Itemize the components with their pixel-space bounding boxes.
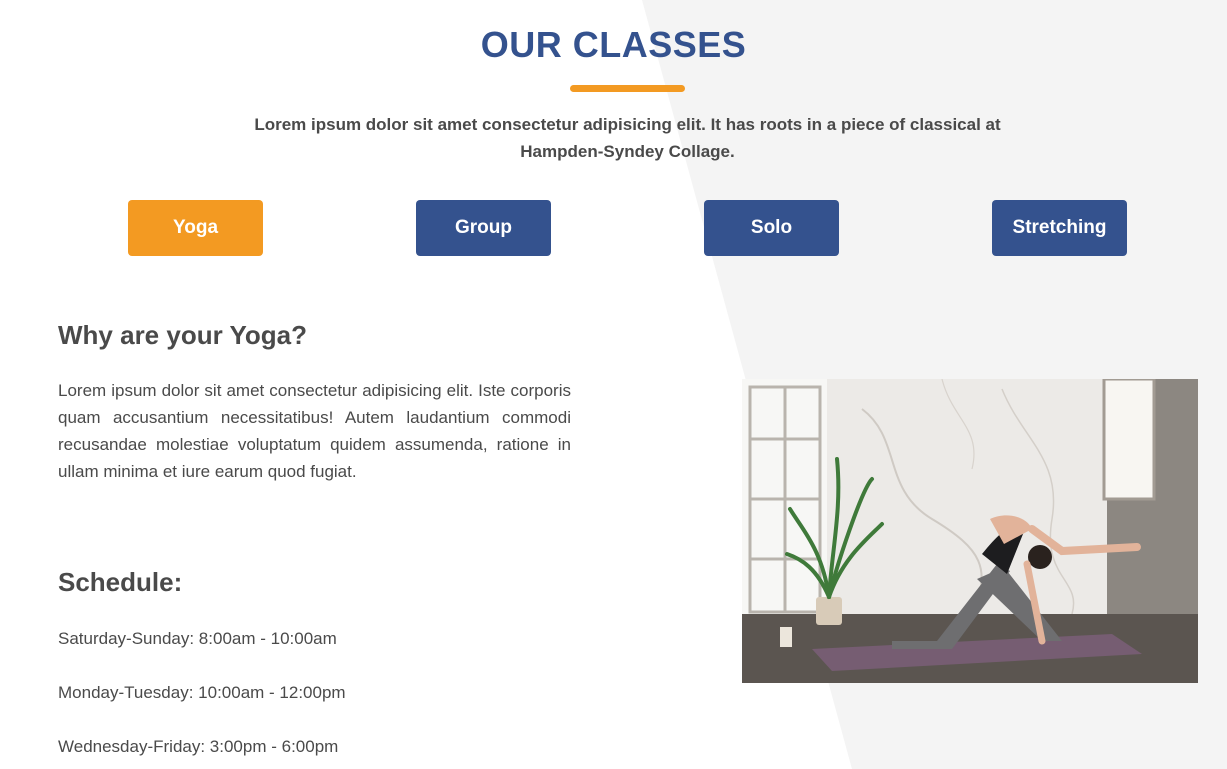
class-description: Lorem ipsum dolor sit amet consectetur a… — [58, 381, 571, 481]
schedule-heading: Schedule: — [58, 567, 183, 597]
yoga-illustration — [742, 379, 1198, 683]
tab-group[interactable]: Group — [416, 200, 551, 256]
title-underline — [570, 85, 685, 92]
section-intro: Lorem ipsum dolor sit amet consectetur a… — [254, 115, 1001, 161]
yoga-photo — [742, 379, 1198, 683]
classes-section: OUR CLASSES Lorem ipsum dolor sit amet c… — [0, 0, 1227, 769]
section-title: OUR CLASSES — [480, 24, 747, 65]
schedule-item: Wednesday-Friday: 3:00pm - 6:00pm — [58, 737, 339, 756]
schedule-item: Monday-Tuesday: 10:00am - 12:00pm — [58, 683, 346, 702]
class-heading: Why are your Yoga? — [58, 320, 307, 350]
tab-solo[interactable]: Solo — [704, 200, 839, 256]
tab-stretching[interactable]: Stretching — [992, 200, 1127, 256]
schedule-item: Saturday-Sunday: 8:00am - 10:00am — [58, 629, 337, 648]
tab-yoga[interactable]: Yoga — [128, 200, 263, 256]
